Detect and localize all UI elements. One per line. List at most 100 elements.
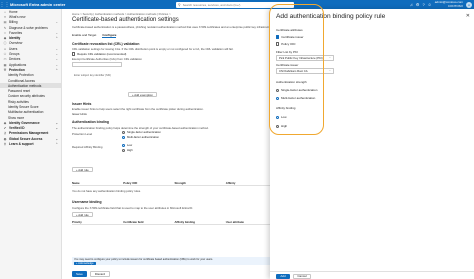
chevron-down-icon[interactable]: ⌄ bbox=[55, 52, 58, 56]
cancel-button[interactable]: Cancel bbox=[293, 273, 311, 279]
radio-icon[interactable] bbox=[276, 88, 279, 92]
key-icon: ⚷ bbox=[3, 131, 7, 136]
column-header[interactable]: Priority bbox=[72, 220, 123, 224]
add-button[interactable]: Add bbox=[276, 273, 290, 279]
certificate-issuer-checkbox[interactable]: Certificate issuer bbox=[276, 35, 304, 39]
radio-icon[interactable] bbox=[122, 130, 125, 134]
radio-icon[interactable] bbox=[276, 124, 279, 128]
search-input[interactable] bbox=[182, 2, 283, 7]
auth-binding-heading: Authentication binding bbox=[72, 120, 109, 124]
exempt-input[interactable]: Enter subject key identifier (SKI) bbox=[72, 62, 122, 77]
radio-high[interactable]: High bbox=[122, 148, 133, 152]
require-crl-checkbox[interactable]: Require CRL validation (recommended) bbox=[72, 52, 126, 56]
discard-button[interactable]: Discard bbox=[89, 271, 111, 277]
tab-configure[interactable]: Configure bbox=[102, 33, 117, 38]
checkbox-icon[interactable] bbox=[276, 42, 280, 46]
add-exemption-button[interactable]: + Add exemption bbox=[128, 92, 157, 97]
close-icon[interactable]: ✕ bbox=[466, 13, 470, 19]
acknowledge-button[interactable]: + Acknowledge bbox=[74, 261, 96, 265]
radio-high-panel[interactable]: High bbox=[276, 124, 287, 128]
high-label: High bbox=[127, 148, 133, 152]
panel-title: Add authentication binding policy rule bbox=[276, 13, 386, 20]
checkbox-icon[interactable] bbox=[72, 52, 76, 56]
radio-selected-icon[interactable] bbox=[276, 115, 279, 119]
revocation-heading: Certificate revocation list (CRL) valida… bbox=[72, 42, 140, 46]
groups-icon: ⚇ bbox=[3, 52, 7, 57]
chevron-down-icon[interactable]: ⌄ bbox=[55, 47, 58, 51]
sidebar: ⌂ Home ✦ What's new ▤ Billing ⌄ ✎ Diagnose & sol… bbox=[0, 9, 62, 279]
rules-empty-message: You do not have any authentication bindi… bbox=[72, 189, 141, 193]
column-header[interactable]: Strength bbox=[175, 181, 226, 185]
chevron-down-icon[interactable]: ⌄ bbox=[55, 57, 58, 61]
chevron-down-icon[interactable]: ⌄ bbox=[55, 137, 58, 141]
add-username-rule-button[interactable]: + Add rule bbox=[72, 212, 93, 217]
app-launcher-icon[interactable]: ⋮⋮ bbox=[0, 0, 10, 9]
tab-enable-and-target[interactable]: Enable and Target bbox=[72, 33, 96, 38]
help-icon[interactable]: ? bbox=[422, 2, 424, 7]
low-label: Low bbox=[281, 115, 287, 119]
radio-selected-icon[interactable] bbox=[122, 143, 125, 147]
issuer-hints-text: Enable issuer hints to help users select… bbox=[72, 107, 204, 111]
issuer-hints-checkbox[interactable]: Issuer Hints bbox=[72, 112, 87, 116]
breadcrumb[interactable]: Home > Security | Authentication methods… bbox=[72, 12, 171, 16]
bottom-actions: Save Discard bbox=[72, 271, 111, 277]
column-header[interactable]: Affinity binding bbox=[175, 220, 226, 224]
chevron-up-icon[interactable]: ⌃ bbox=[55, 142, 58, 146]
sidebar-item-label: Permissions Management bbox=[9, 131, 49, 136]
sidebar-item-label: Home bbox=[9, 9, 18, 14]
chevron-down-icon[interactable]: ⌄ bbox=[55, 63, 58, 67]
account-tenant: CONTOSO bbox=[447, 3, 463, 8]
chevron-up-icon[interactable]: ⌃ bbox=[55, 68, 58, 72]
add-rule-button[interactable]: + Add rule bbox=[72, 167, 93, 172]
sidebar-item-label: Learn & support bbox=[9, 142, 34, 147]
feedback-icon[interactable]: ☺ bbox=[428, 2, 432, 7]
radio-multi-factor[interactable]: Multi-factor authentication bbox=[122, 135, 159, 139]
global-search[interactable]: ⚲ bbox=[176, 1, 294, 8]
sparkle-icon: ✦ bbox=[3, 14, 7, 19]
avatar[interactable]: A bbox=[466, 1, 472, 8]
sidebar-item-label: Verified ID bbox=[9, 126, 25, 131]
chevron-down-icon[interactable]: ⌄ bbox=[55, 121, 58, 125]
settings-icon[interactable]: ⚙ bbox=[416, 2, 420, 7]
radio-multi-factor-panel[interactable]: Multi-factor authentication bbox=[276, 96, 315, 100]
radio-icon[interactable] bbox=[122, 148, 125, 152]
checkbox-checked-icon[interactable] bbox=[276, 35, 280, 39]
radio-low-panel[interactable]: Low bbox=[276, 115, 287, 119]
policy-oid-label: Policy OID bbox=[281, 42, 296, 46]
radio-single-factor-panel[interactable]: Single-factor authentication bbox=[276, 88, 317, 92]
chevron-down-icon[interactable]: ⌄ bbox=[55, 31, 58, 35]
filter-pki-dropdown[interactable]: Pick Public Key Infrastructure (PKI) ⌄ bbox=[276, 55, 334, 61]
affinity-label: Required Affinity Binding bbox=[72, 145, 103, 149]
apps-icon: ▦ bbox=[3, 62, 7, 67]
info-text: You may need to configure your policy to… bbox=[74, 258, 214, 261]
filter-pki-label: Filter List by PKI bbox=[276, 50, 298, 54]
chevron-down-icon[interactable]: ⌄ bbox=[55, 20, 58, 24]
user-icon: ☺ bbox=[3, 46, 7, 51]
chevron-down-icon[interactable]: ⌄ bbox=[55, 126, 58, 130]
radio-selected-icon[interactable] bbox=[276, 96, 279, 100]
save-button[interactable]: Save bbox=[72, 271, 87, 277]
sidebar-item-label: Groups bbox=[9, 52, 20, 57]
radio-selected-icon[interactable] bbox=[122, 135, 125, 139]
multi-factor-label: Multi-factor authentication bbox=[281, 96, 316, 100]
sidebar-item-label: Show more bbox=[8, 115, 25, 120]
sidebar-item-label: Identity Protection bbox=[8, 73, 34, 78]
require-crl-label: Require CRL validation (recommended) bbox=[77, 52, 127, 56]
policy-oid-checkbox[interactable]: Policy OID bbox=[276, 42, 295, 46]
sidebar-item-label: Global Secure Access bbox=[9, 136, 43, 141]
top-bar: ⋮⋮ Microsoft Entra admin center ⚲ ♫ ⚙ ? … bbox=[0, 0, 474, 9]
sidebar-item-label: Identity Governance bbox=[9, 120, 40, 125]
chevron-up-icon[interactable]: ⌃ bbox=[55, 36, 58, 40]
notifications-icon[interactable]: ♫ bbox=[410, 2, 413, 7]
account-info[interactable]: admin@contoso.com CONTOSO bbox=[435, 1, 463, 8]
column-header[interactable]: Policy OID bbox=[123, 181, 174, 185]
column-header[interactable]: Name bbox=[72, 181, 123, 185]
product-name[interactable]: Microsoft Entra admin center bbox=[10, 2, 65, 7]
certificate-issuer-dropdown[interactable]: CN=Fabrikam Root CA ⌄ bbox=[276, 68, 334, 74]
radio-single-factor[interactable]: Single-factor authentication bbox=[122, 130, 161, 134]
sidebar-item-label: Identity bbox=[9, 36, 21, 41]
column-header[interactable]: Certificate field bbox=[123, 220, 174, 224]
sidebar-item-learn-support[interactable]: ⚲ Learn & support ⌃ bbox=[0, 141, 61, 146]
radio-low[interactable]: Low bbox=[122, 143, 132, 147]
revocation-text: CRL validation settings for issuing CAs.… bbox=[72, 47, 234, 51]
